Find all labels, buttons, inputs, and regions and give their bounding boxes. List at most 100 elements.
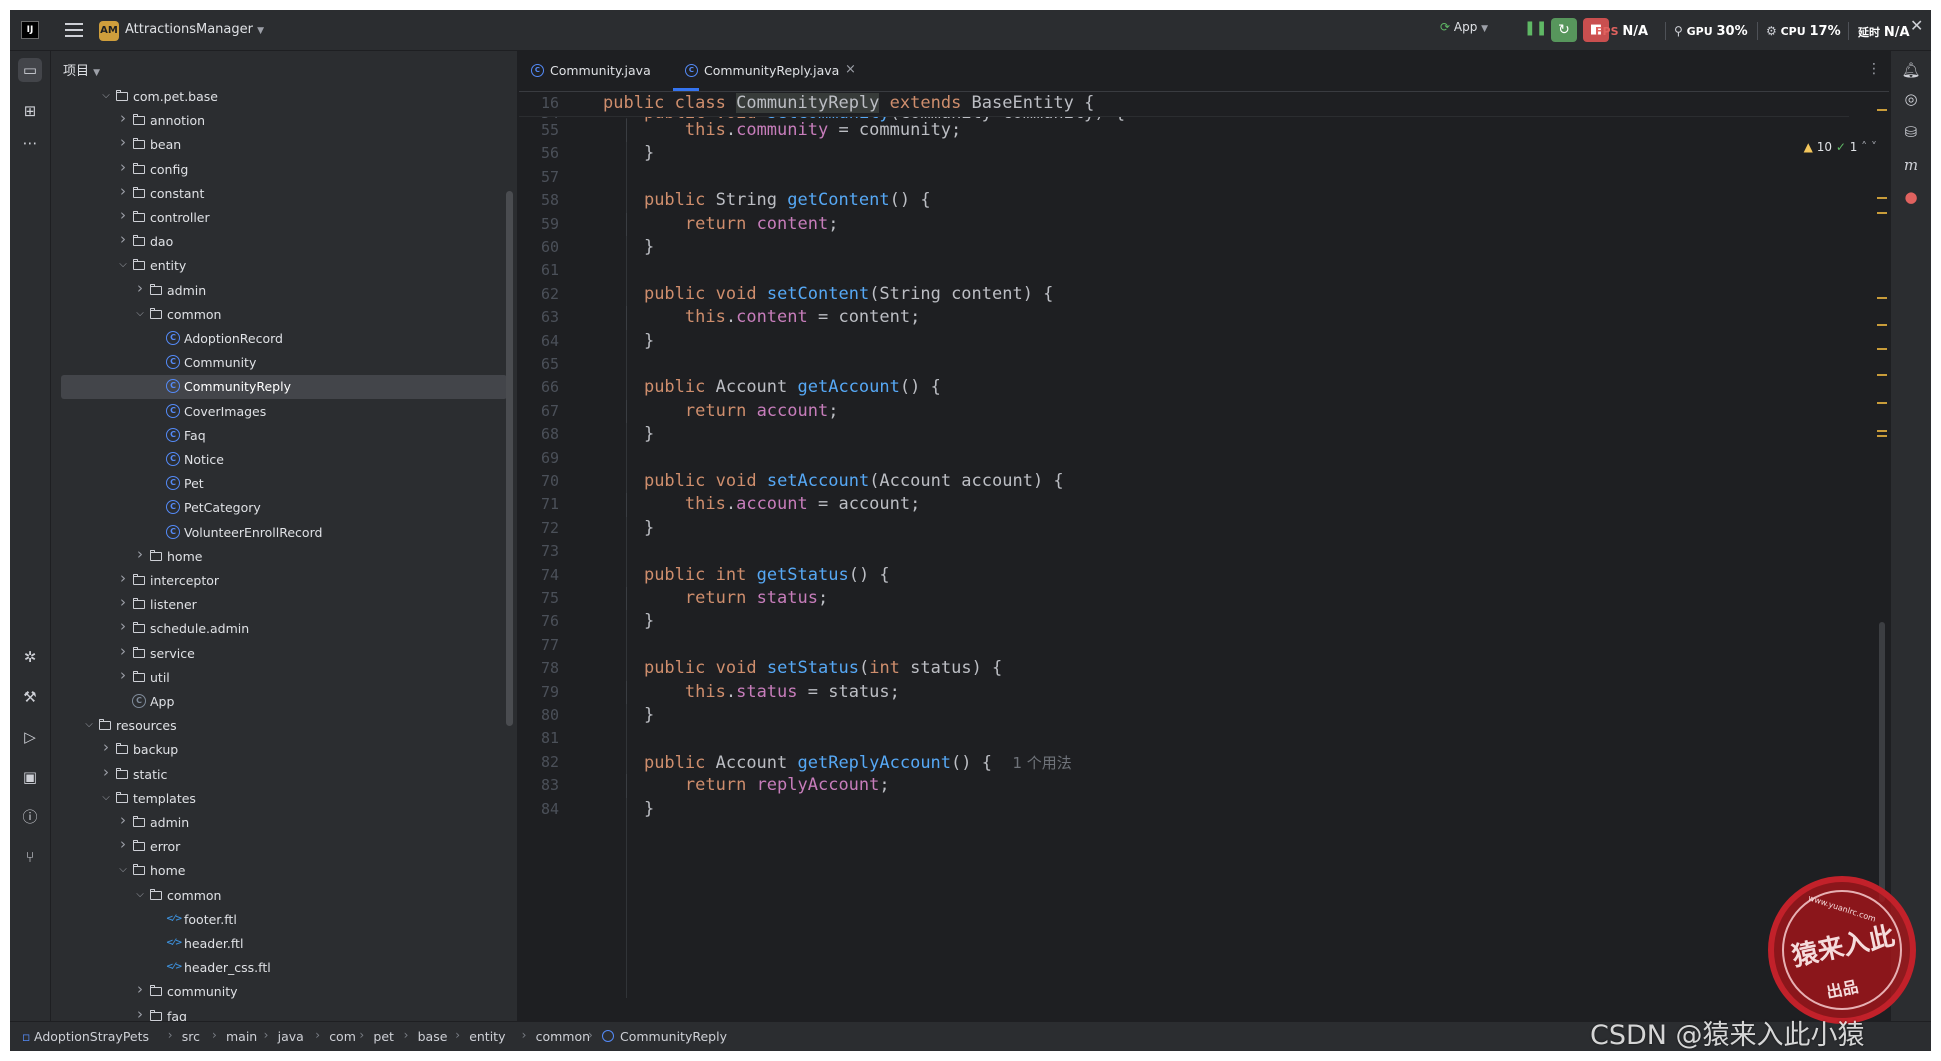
- chevron-right-icon[interactable]: ›: [117, 619, 129, 634]
- tree-item-home[interactable]: ⌵ home: [51, 859, 517, 883]
- breadcrumb-item[interactable]: com: [329, 1029, 356, 1044]
- tree-item-community[interactable]: C Community: [51, 351, 517, 375]
- database-icon[interactable]: ⛁: [1899, 120, 1923, 144]
- tree-item-backup[interactable]: › backup: [51, 738, 517, 762]
- tree-item-resources[interactable]: ⌵ resources: [51, 714, 517, 738]
- chevron-right-icon[interactable]: ›: [117, 232, 129, 247]
- tree-item-header-ftl[interactable]: <⁄> header.ftl: [51, 932, 517, 956]
- close-icon[interactable]: ✕: [1910, 16, 1923, 35]
- tree-item-communityreply[interactable]: C CommunityReply: [61, 375, 507, 400]
- chevron-down-icon[interactable]: ⌵: [117, 258, 129, 272]
- warning-marker[interactable]: [1877, 348, 1887, 350]
- code-line[interactable]: 60 }: [519, 236, 1849, 260]
- code-line[interactable]: 74 public int getStatus() {: [519, 564, 1849, 588]
- tree-item-entity[interactable]: ⌵ entity: [51, 254, 517, 278]
- tree-item-config[interactable]: › config: [51, 158, 517, 182]
- sticky-class-header[interactable]: 16 public class CommunityReply extends Ba…: [519, 92, 1849, 117]
- chevron-right-icon[interactable]: ›: [117, 571, 129, 586]
- code-line[interactable]: 81: [519, 727, 1849, 751]
- intellij-logo-icon[interactable]: IJ: [21, 21, 39, 39]
- tree-item-bean[interactable]: › bean: [51, 133, 517, 157]
- tree-item-community[interactable]: › community: [51, 980, 517, 1004]
- chevron-down-icon[interactable]: ⌵: [100, 791, 112, 805]
- code-line[interactable]: 71 this.account = account;: [519, 493, 1849, 517]
- code-line[interactable]: 78 public void setStatus(int status) {: [519, 657, 1849, 681]
- inspection-widget[interactable]: ▲ 10 ✓ 1 ˄ ˅: [1804, 140, 1877, 154]
- terminal-icon[interactable]: ▣: [18, 765, 42, 789]
- chevron-right-icon[interactable]: ›: [117, 159, 129, 174]
- warning-marker[interactable]: [1877, 212, 1887, 214]
- breadcrumb-item[interactable]: java: [278, 1029, 304, 1044]
- code-area[interactable]: ▲ 10 ✓ 1 ˄ ˅ 16 public class CommunityRep…: [519, 92, 1889, 1021]
- structure-icon[interactable]: ⊞: [18, 99, 42, 123]
- code-line[interactable]: 77: [519, 634, 1849, 658]
- tree-item-dao[interactable]: › dao: [51, 230, 517, 254]
- code-line[interactable]: 55 this.community = community;: [519, 119, 1849, 143]
- code-line[interactable]: 82 public Account getReplyAccount() { 1 …: [519, 751, 1849, 775]
- warning-marker[interactable]: [1877, 374, 1887, 376]
- run-config-selector[interactable]: ⟳ App ▼: [1440, 20, 1488, 34]
- tree-item-common[interactable]: ⌵ common: [51, 884, 517, 908]
- breadcrumb-item[interactable]: entity: [469, 1029, 505, 1044]
- code-line[interactable]: 75 return status;: [519, 587, 1849, 611]
- chevron-right-icon[interactable]: ›: [117, 183, 129, 198]
- chevron-down-icon[interactable]: ⌵: [134, 307, 146, 321]
- code-line[interactable]: 67 return account;: [519, 400, 1849, 424]
- tree-item-admin[interactable]: › admin: [51, 279, 517, 303]
- tree-item-faq[interactable]: › faq: [51, 1005, 517, 1021]
- tree-item-notice[interactable]: C Notice: [51, 448, 517, 472]
- code-line[interactable]: 69: [519, 447, 1849, 471]
- chevron-right-icon[interactable]: ›: [117, 111, 129, 126]
- chevron-down-icon[interactable]: ⌵: [83, 718, 95, 732]
- tree-item-controller[interactable]: › controller: [51, 206, 517, 230]
- breadcrumb-item[interactable]: src: [182, 1029, 200, 1044]
- code-line[interactable]: 84 }: [519, 798, 1849, 822]
- code-line[interactable]: 64 }: [519, 330, 1849, 354]
- chevron-up-icon[interactable]: ˄: [1861, 140, 1867, 154]
- code-line[interactable]: 59 return content;: [519, 213, 1849, 237]
- tree-item-error[interactable]: › error: [51, 835, 517, 859]
- code-line[interactable]: 63 this.content = content;: [519, 306, 1849, 330]
- warning-marker[interactable]: [1877, 402, 1887, 404]
- chevron-down-icon[interactable]: ⌵: [117, 863, 129, 877]
- tree-item-util[interactable]: › util: [51, 666, 517, 690]
- code-line[interactable]: 62 public void setContent(String content…: [519, 283, 1849, 307]
- tree-item-app[interactable]: C App: [51, 690, 517, 714]
- git-branch-icon[interactable]: ⑂: [18, 845, 42, 869]
- code-line[interactable]: 70 public void setAccount(Account accoun…: [519, 470, 1849, 494]
- tree-item-listener[interactable]: › listener: [51, 593, 517, 617]
- main-menu-icon[interactable]: [65, 23, 83, 37]
- tree-item-petcategory[interactable]: C PetCategory: [51, 496, 517, 520]
- tree-item-annotion[interactable]: › annotion: [51, 109, 517, 133]
- chevron-right-icon[interactable]: ›: [134, 982, 146, 997]
- code-line[interactable]: 58 public String getContent() {: [519, 189, 1849, 213]
- chevron-down-icon[interactable]: ˅: [1871, 140, 1877, 154]
- chevron-down-icon[interactable]: ⌵: [134, 888, 146, 902]
- breadcrumb-item[interactable]: AdoptionStrayPets: [34, 1029, 149, 1044]
- code-line[interactable]: 61: [519, 259, 1849, 283]
- plugin-icon[interactable]: ●: [1899, 185, 1923, 209]
- chevron-down-icon[interactable]: ⌵: [100, 89, 112, 103]
- code-line[interactable]: 73: [519, 540, 1849, 564]
- breadcrumb-item[interactable]: base: [418, 1029, 448, 1044]
- warning-marker[interactable]: [1877, 109, 1887, 111]
- warning-marker[interactable]: [1877, 435, 1887, 437]
- tree-item-templates[interactable]: ⌵ templates: [51, 787, 517, 811]
- tree-item-faq[interactable]: C Faq: [51, 424, 517, 448]
- chevron-right-icon[interactable]: ›: [117, 135, 129, 150]
- chevron-right-icon[interactable]: ›: [117, 667, 129, 682]
- chevron-right-icon[interactable]: ›: [134, 280, 146, 295]
- code-line[interactable]: 83 return replyAccount;: [519, 774, 1849, 798]
- tree-item-com-pet-base[interactable]: ⌵ com.pet.base: [51, 85, 517, 109]
- warning-marker[interactable]: [1877, 324, 1887, 326]
- chevron-right-icon[interactable]: ›: [117, 813, 129, 828]
- tree-item-footer-ftl[interactable]: <⁄> footer.ftl: [51, 908, 517, 932]
- tree-item-pet[interactable]: C Pet: [51, 472, 517, 496]
- breadcrumb-item[interactable]: main: [226, 1029, 257, 1044]
- debug-icon[interactable]: ❚❚: [1524, 20, 1547, 36]
- chevron-right-icon[interactable]: ›: [117, 643, 129, 658]
- warning-marker[interactable]: [1877, 197, 1887, 199]
- ai-assistant-icon[interactable]: ◎: [1899, 87, 1923, 111]
- tree-item-home[interactable]: › home: [51, 545, 517, 569]
- code-line[interactable]: 66 public Account getAccount() {: [519, 376, 1849, 400]
